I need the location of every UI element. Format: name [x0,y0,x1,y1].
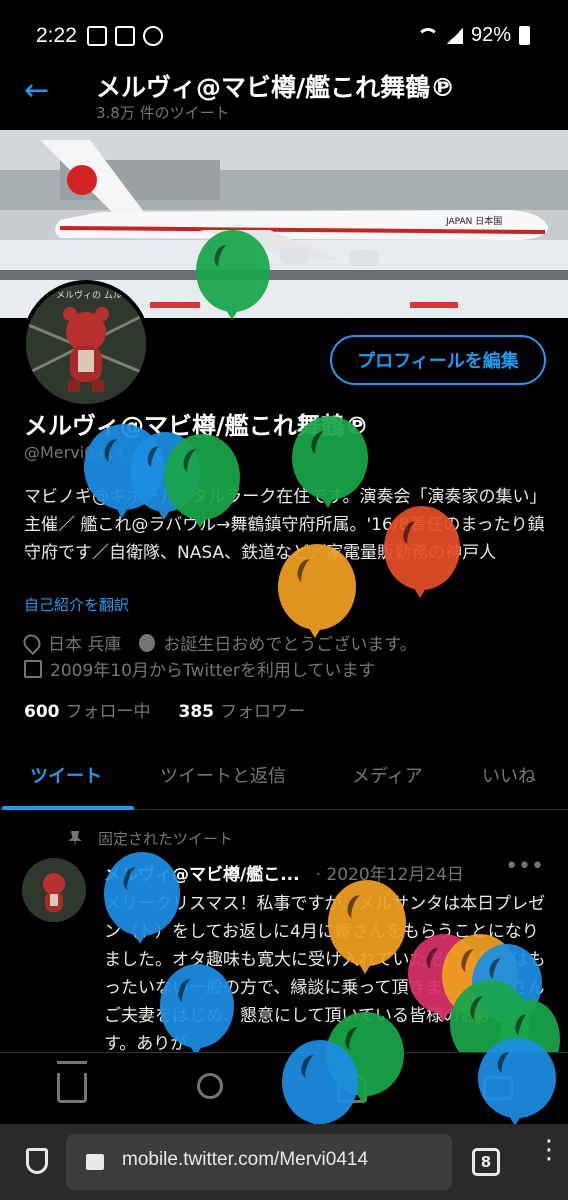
status-notification-icons [87,26,163,46]
battery-icon [519,26,530,45]
url-bar[interactable]: mobile.twitter.com/Mervi0414 [66,1134,452,1190]
following-count: 600 [24,702,60,722]
home-icon[interactable] [57,1061,87,1103]
url-text: mobile.twitter.com/Mervi0414 [122,1149,369,1170]
avatar-caption: メルヴィの ムルト [56,289,131,301]
bear-avatar-image: メルヴィの ムルト [26,284,146,404]
status-right: 92% [416,24,530,47]
following-label: フォロー中 [65,702,151,722]
browser-menu-icon[interactable]: ⋮ [536,1137,562,1163]
profile-avatar[interactable]: メルヴィの ムルト [22,280,150,408]
pin-icon [68,830,82,847]
home-notification-icon [87,26,107,46]
tweet-avatar[interactable] [22,858,86,922]
location-text: 日本 兵庫 [48,635,122,655]
joined-text: 2009年10月からTwitterを利用しています [50,661,376,681]
birthday-balloon [478,1038,556,1126]
tab-media[interactable]: メディア [352,762,423,788]
browser-toolbar: mobile.twitter.com/Mervi0414 8 ⋮ [0,1124,568,1200]
profile-tabs: ツイート ツイートと返信 メディア いいね [0,744,568,810]
followers-label: フォロワー [220,702,305,722]
pinned-indicator: 固定されたツイート [68,828,233,849]
active-tab-indicator [2,806,134,810]
birthday-balloon [196,230,270,320]
tab-likes[interactable]: いいね [482,762,536,788]
status-time: 2:22 [36,24,77,47]
tab-switcher-button[interactable]: 8 [472,1148,500,1176]
followers-count: 385 [178,702,215,722]
more-options-icon[interactable]: ••• [505,854,544,879]
edit-profile-button[interactable]: プロフィールを編集 [330,335,546,385]
location-pin-icon [19,630,45,655]
plane-livery-text: JAPAN 日本国 [445,215,502,227]
translate-bio-link[interactable]: 自己紹介を翻訳 [24,594,129,615]
wifi-icon [416,27,439,44]
calendar-icon [24,659,42,678]
bear-avatar-small-image [22,858,86,922]
follow-stats: 600 フォロー中 385 フォロワー [24,697,305,722]
battery-percent: 92% [470,24,511,46]
tweet-date[interactable]: · 2020年12月24日 [316,860,464,885]
birthday-balloon [328,880,406,974]
lock-icon [86,1154,104,1170]
birthday-balloon [164,434,240,528]
birthday-balloon [160,964,234,1056]
arrow-left-icon[interactable]: ← [24,76,49,106]
followers-link[interactable]: 385 フォロワー [179,697,306,722]
birthday-balloon [384,506,460,598]
signal-icon [446,27,463,44]
search-icon[interactable] [197,1073,223,1099]
header-title: メルヴィ@マビ樽/艦これ舞鶴℗ [96,73,456,102]
profile-meta-joined: 2009年10月からTwitterを利用しています [24,656,375,681]
tab-tweets[interactable]: ツイート [30,762,102,788]
pinned-label: 固定されたツイート [98,830,234,848]
profile-meta-location: 日本 兵庫 お誕生日おめでとうございます。 [19,630,417,655]
following-link[interactable]: 600 フォロー中 [24,697,151,722]
profile-header: ← メルヴィ@マビ樽/艦これ舞鶴℗ 3.8万 件のツイート [0,58,568,130]
balloon-icon [139,633,156,652]
birthday-balloon [292,416,368,508]
birthday-balloon [282,1040,358,1132]
shield-icon[interactable] [26,1148,48,1174]
birthday-text: お誕生日おめでとうございます。 [163,635,417,655]
birthday-balloon [278,544,356,638]
image-notification-icon [115,26,135,46]
tab-tweets-and-replies[interactable]: ツイートと返信 [160,762,286,788]
alarm-icon [143,26,163,46]
tweet-count: 3.8万 件のツイート [96,104,230,122]
birthday-balloon [104,852,180,944]
